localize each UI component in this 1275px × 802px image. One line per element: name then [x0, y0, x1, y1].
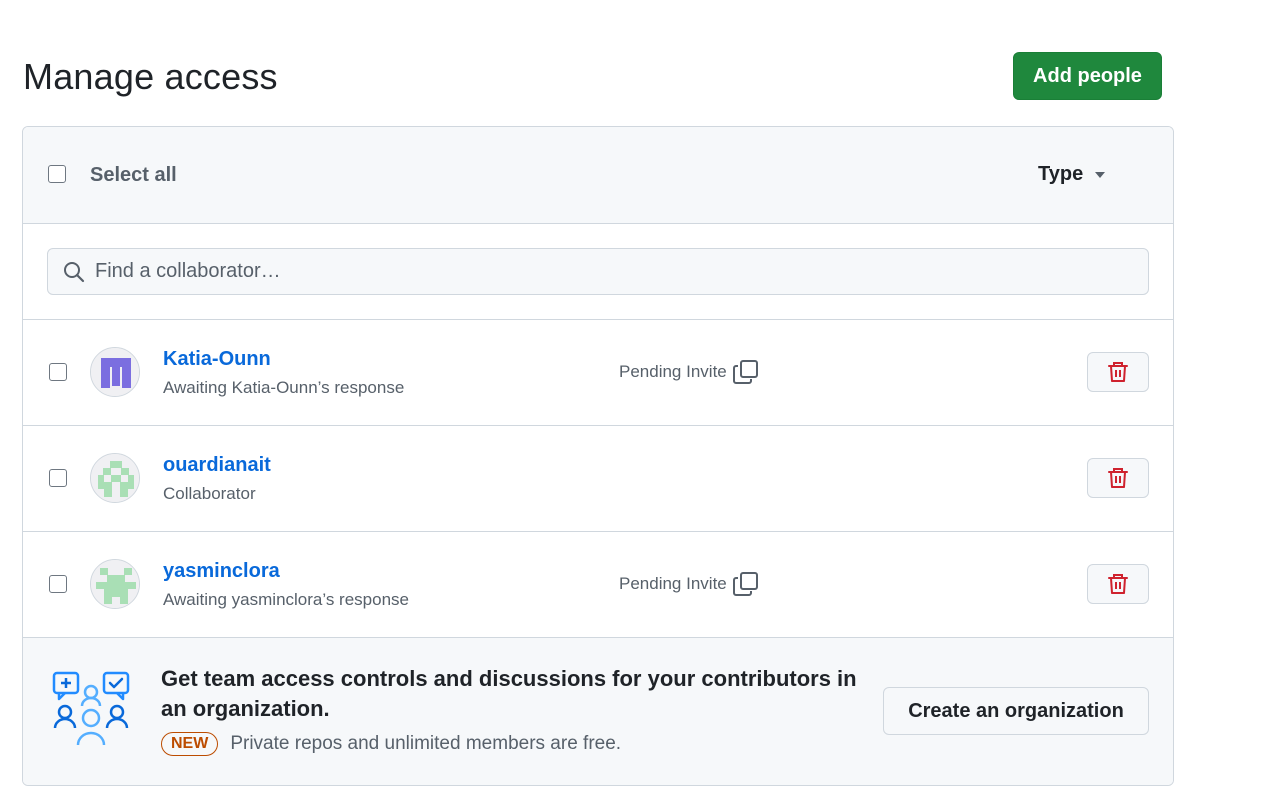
collaborator-row: yasminclora Awaiting yasminclora’s respo…: [23, 532, 1173, 638]
search-box[interactable]: [47, 248, 1149, 295]
avatar[interactable]: [90, 347, 140, 397]
select-all-checkbox[interactable]: [48, 165, 66, 183]
trash-icon: [1108, 362, 1128, 382]
pending-invite-label: Pending Invite: [619, 574, 727, 593]
collaborator-status: Awaiting yasminclora’s response: [163, 590, 409, 609]
trash-icon: [1108, 468, 1128, 488]
pending-invite: Pending Invite: [619, 360, 759, 384]
caret-down-icon: [1095, 171, 1106, 178]
panel-header: Select all Type: [23, 127, 1173, 224]
pending-invite-label: Pending Invite: [619, 362, 727, 381]
remove-collaborator-button[interactable]: [1087, 564, 1149, 604]
collaborator-status: Awaiting Katia-Ounn’s response: [163, 378, 405, 397]
promo-title: Get team access controls and discussions…: [161, 666, 857, 721]
search-icon: [64, 261, 85, 282]
row-checkbox[interactable]: [49, 363, 67, 381]
team-illustration-icon: [52, 671, 130, 746]
remove-collaborator-button[interactable]: [1087, 458, 1149, 498]
collaborator-username[interactable]: ouardianait: [163, 454, 271, 477]
trash-icon: [1108, 574, 1128, 594]
collaborator-username[interactable]: yasminclora: [163, 560, 280, 583]
row-checkbox[interactable]: [49, 575, 67, 593]
select-all-label: Select all: [90, 164, 177, 186]
collaborators-panel: Select all Type Katia-Ounn Aw: [22, 126, 1174, 786]
avatar[interactable]: [90, 453, 140, 503]
page-title: Manage access: [23, 56, 278, 97]
collaborator-row: ouardianait Collaborator: [23, 426, 1173, 532]
avatar[interactable]: [90, 559, 140, 609]
promo-subtitle-row: NEW Private repos and unlimited members …: [161, 732, 621, 756]
collaborator-status: Collaborator: [163, 484, 256, 503]
row-checkbox[interactable]: [49, 469, 67, 487]
pending-invite: Pending Invite: [619, 572, 759, 596]
type-filter-label: Type: [1038, 163, 1084, 185]
copy-icon[interactable]: [732, 572, 759, 596]
remove-collaborator-button[interactable]: [1087, 352, 1149, 392]
new-badge: NEW: [161, 732, 219, 756]
search-input[interactable]: [95, 260, 1095, 283]
type-filter-dropdown[interactable]: Type: [1038, 163, 1106, 186]
search-section: [23, 224, 1173, 320]
create-organization-button[interactable]: Create an organization: [883, 687, 1149, 735]
copy-icon[interactable]: [732, 360, 759, 384]
promo-subtitle: Private repos and unlimited members are …: [230, 733, 622, 754]
collaborator-username[interactable]: Katia-Ounn: [163, 348, 271, 371]
collaborator-row: Katia-Ounn Awaiting Katia-Ounn’s respons…: [23, 320, 1173, 426]
add-people-button[interactable]: Add people: [1013, 52, 1162, 100]
organization-promo: Get team access controls and discussions…: [23, 638, 1173, 785]
